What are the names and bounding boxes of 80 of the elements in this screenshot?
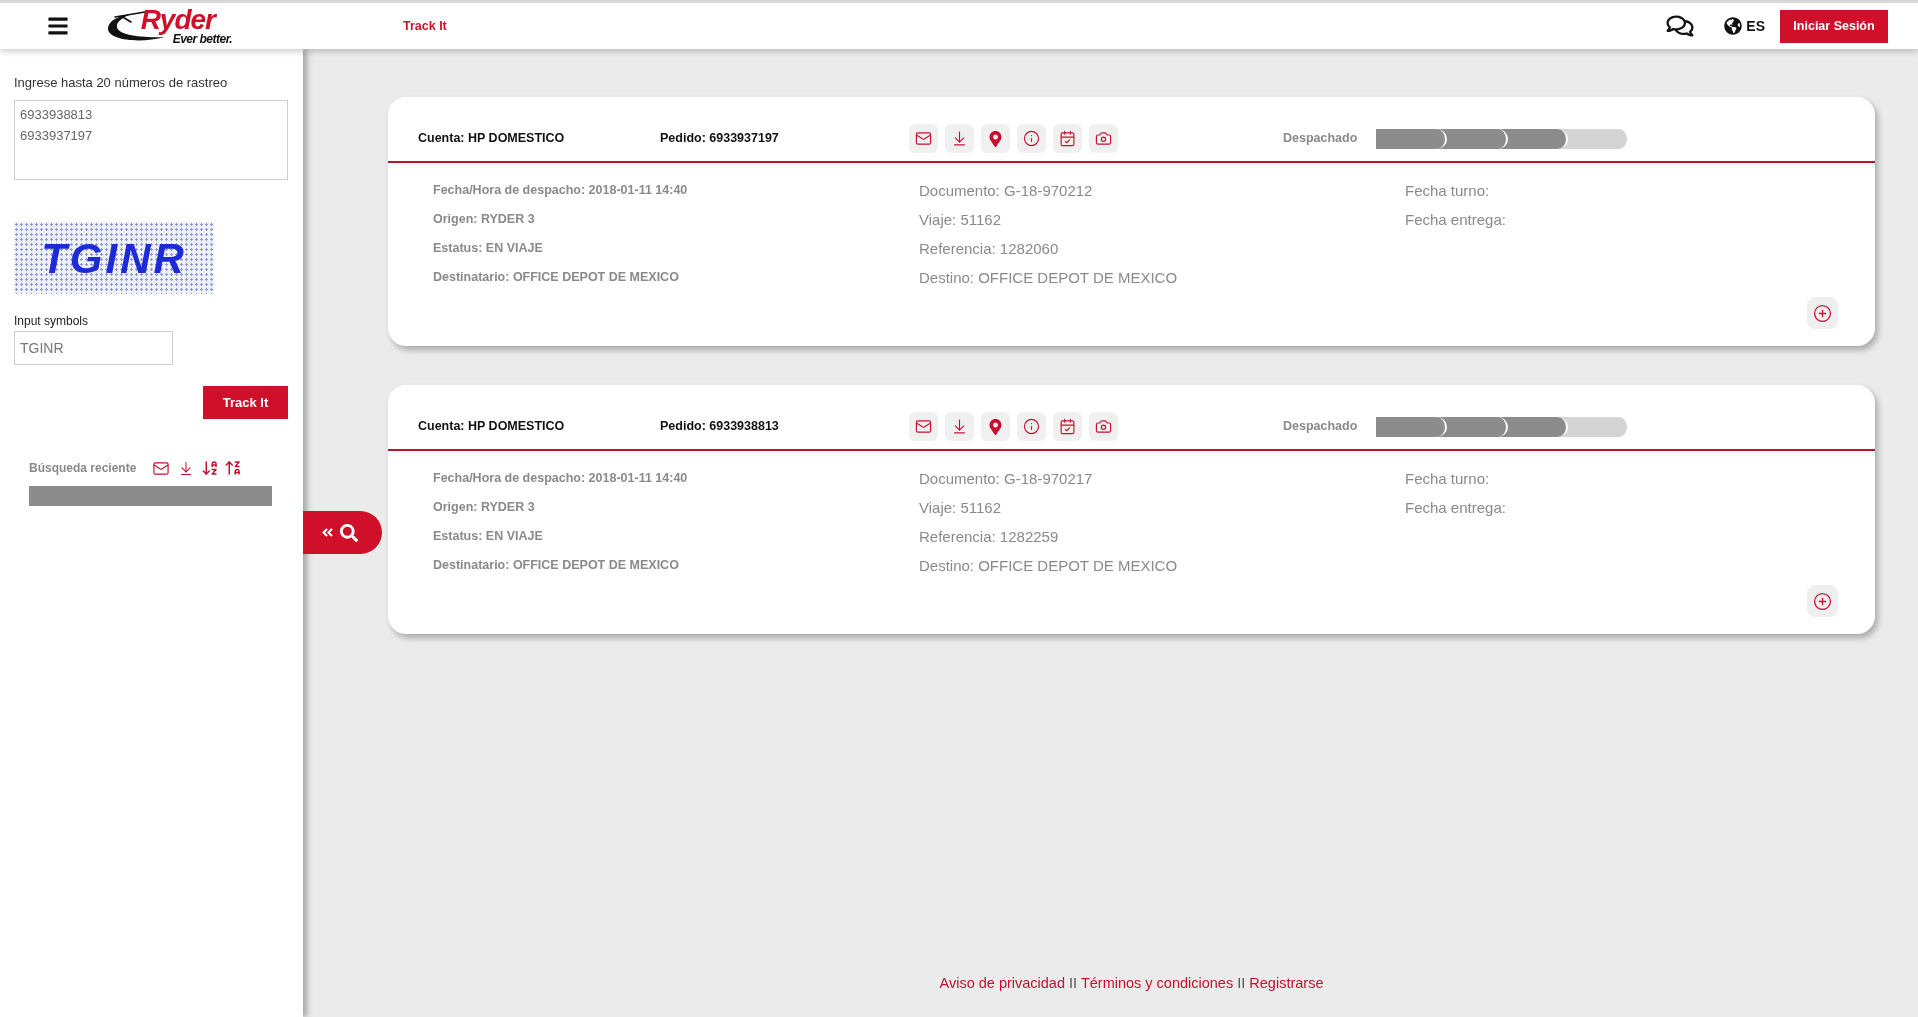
detail-text: Referencia: 1282259 (919, 527, 1060, 547)
symbols-label: Input symbols (14, 313, 90, 329)
captcha-text: TGINR (41, 233, 187, 284)
tracking-label: Ingrese hasta 20 números de rastreo (14, 74, 229, 92)
sort-ascending-icon[interactable] (201, 459, 220, 477)
download-icon (951, 130, 968, 147)
calendar-button[interactable] (1053, 124, 1082, 153)
logo-wordmark: Ryder (140, 7, 215, 33)
download-button[interactable] (945, 412, 974, 441)
calendar-check-icon (1059, 418, 1076, 435)
detail-text: Viaje: 51162 (919, 498, 1003, 518)
plus-circle-icon (1813, 591, 1832, 611)
email-button[interactable] (909, 124, 938, 153)
tracking-numbers-field[interactable]: 6933938813 6933937197 (14, 100, 288, 180)
collapse-search-button[interactable] (303, 511, 382, 554)
globe-icon[interactable] (1724, 17, 1743, 35)
search-icon (340, 523, 358, 542)
detail-text: Documento: G-18-970212 (919, 181, 1094, 201)
status-label: Despachado (1283, 130, 1359, 148)
order-number: Pedido: 6933938813 (660, 418, 780, 436)
plus-circle-icon (1813, 303, 1832, 323)
detail-text: Viaje: 51162 (919, 210, 1003, 230)
detail-text: Referencia: 1282060 (919, 239, 1060, 259)
map-pin-icon (989, 418, 1002, 435)
download-icon (951, 418, 968, 435)
calendar-button[interactable] (1053, 412, 1082, 441)
info-button[interactable] (1017, 124, 1046, 153)
language-selector[interactable]: ES (1746, 15, 1765, 37)
track-button[interactable]: Track It (203, 386, 288, 419)
detail-text: Fecha/Hora de despacho: 2018-01-11 14:40 (433, 470, 689, 487)
location-button[interactable] (981, 124, 1010, 153)
detail-text: Documento: G-18-970217 (919, 469, 1094, 489)
footer-link[interactable]: Registrarse (1249, 975, 1324, 992)
expand-button[interactable] (1807, 585, 1838, 617)
symbols-input[interactable]: TGINR (14, 331, 173, 365)
download-button[interactable] (945, 124, 974, 153)
detail-text: Fecha/Hora de despacho: 2018-01-11 14:40 (433, 182, 689, 199)
detail-text: Fecha turno: (1405, 181, 1491, 201)
detail-text: Destinatario: OFFICE DEPOT DE MEXICO (433, 269, 680, 286)
menu-icon[interactable] (46, 15, 70, 37)
mail-icon (915, 130, 932, 147)
detail-text: Fecha entrega: (1405, 210, 1507, 230)
status-label: Despachado (1283, 418, 1359, 436)
calendar-check-icon (1059, 130, 1076, 147)
account-name: Cuenta: HP DOMESTICO (418, 130, 566, 148)
detail-text: Destinatario: OFFICE DEPOT DE MEXICO (433, 557, 680, 574)
mail-icon (915, 418, 932, 435)
footer-link[interactable]: Términos y condiciones (1080, 975, 1234, 992)
footer-separator: II (1069, 975, 1078, 992)
camera-icon (1095, 418, 1112, 435)
detail-text: Origen: RYDER 3 (433, 499, 536, 516)
order-number: Pedido: 6933937197 (660, 130, 780, 148)
sort-descending-icon[interactable] (224, 459, 243, 477)
detail-text: Destino: OFFICE DEPOT DE MEXICO (919, 268, 1179, 288)
photo-button[interactable] (1089, 124, 1118, 153)
map-pin-icon (989, 130, 1002, 147)
logo-tagline: Ever better. (172, 33, 232, 45)
nav-link[interactable]: Track It (403, 16, 447, 36)
detail-text: Estatus: EN VIAJE (433, 528, 544, 545)
chat-icon[interactable] (1665, 14, 1696, 38)
footer-link[interactable]: Aviso de privacidad (939, 975, 1065, 992)
detail-text: Origen: RYDER 3 (433, 211, 536, 228)
detail-text: Fecha turno: (1405, 469, 1491, 489)
detail-text: Estatus: EN VIAJE (433, 240, 544, 257)
account-name: Cuenta: HP DOMESTICO (418, 418, 566, 436)
expand-button[interactable] (1807, 297, 1838, 329)
photo-button[interactable] (1089, 412, 1118, 441)
info-icon (1023, 130, 1040, 147)
detail-text: Fecha entrega: (1405, 498, 1507, 518)
recent-search-label: Búsqueda reciente (29, 460, 137, 477)
email-button[interactable] (909, 412, 938, 441)
login-button[interactable]: Iniciar Sesión (1780, 9, 1888, 43)
mail-icon[interactable] (152, 459, 171, 477)
info-icon (1023, 418, 1040, 435)
detail-text: Destino: OFFICE DEPOT DE MEXICO (919, 556, 1179, 576)
location-button[interactable] (981, 412, 1010, 441)
double-chevron-left-icon (321, 526, 334, 539)
footer-separator: II (1237, 975, 1246, 992)
camera-icon (1095, 130, 1112, 147)
info-button[interactable] (1017, 412, 1046, 441)
